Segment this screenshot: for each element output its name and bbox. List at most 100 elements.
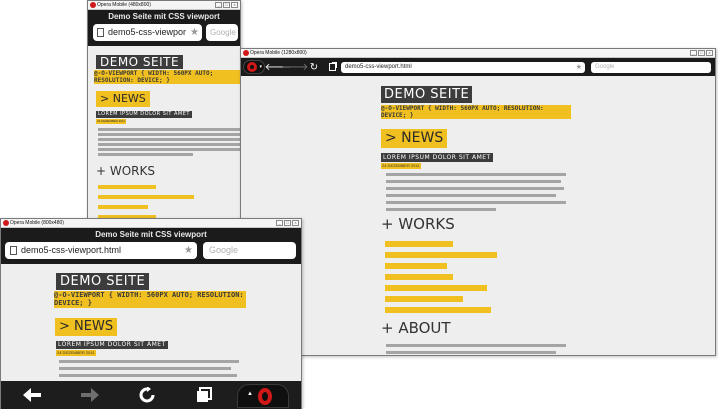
close-button[interactable]: × [706,50,713,56]
window-controls: _ □ × [276,220,299,226]
browser-header: Demo Seite mit CSS viewport demo5-css-vi… [1,228,301,264]
address-bar[interactable]: demo5-css-viewport.html ★ [341,62,585,73]
opera-window-800x480: Opera Mobile (800x480) _ □ × Demo Seite mi… [0,218,302,409]
forward-icon[interactable]: 🡒 [282,60,309,74]
opera-window-1280x800: Opera Mobile (1280x800) _ □ × ▾ 🡐 🡒 ↻ demo… [240,48,716,356]
browser-toolbar: ▾ 🡐 🡒 ↻ demo5-css-viewport.html ★ Google [241,58,715,76]
web-page-content: DEMO SEITE @-O-VIEWPORT { WIDTH: 560PX A… [88,46,240,221]
works-item[interactable] [385,274,453,280]
works-heading: + WORKS [96,164,156,178]
forward-icon[interactable] [79,386,101,404]
site-title: DEMO SEITE [381,86,473,103]
maximize-button[interactable]: □ [223,2,230,8]
window-title: Opera Mobile (800x480) [10,220,64,226]
opera-window-480x800: Opera Mobile (480x800) _ □ × Demo Seite mi… [87,0,241,222]
opera-menu-button[interactable]: ▲ [237,384,289,408]
text-line [98,148,240,151]
bookmark-star-icon[interactable]: ★ [576,62,582,73]
browser-header: Demo Seite mit CSS viewport demo5-css-vi… [88,10,240,46]
window-controls: _ □ × [215,2,238,8]
works-heading: + WORKS [381,215,455,233]
viewport-code-block: @-O-VIEWPORT { WIDTH: 560PX AUTO; RESOLU… [94,70,240,85]
article-title: LOREM IPSUM DOLOR SIT AMET [56,341,168,349]
article-date: 24 DEZEMBER 2011 [381,163,421,169]
site-title: DEMO SEITE [56,273,150,290]
close-button[interactable]: × [292,220,299,226]
tabs-icon[interactable] [325,60,339,74]
window-title: Opera Mobile (480x800) [97,2,151,8]
reload-icon[interactable]: ↻ [307,60,321,74]
bookmark-star-icon[interactable]: ★ [184,242,193,259]
window-titlebar: Opera Mobile (480x800) _ □ × [88,1,240,10]
window-title: Opera Mobile (1280x800) [250,50,307,56]
text-line [98,138,240,141]
works-item[interactable] [98,195,194,199]
address-text: demo5-css-viewport.html [345,64,412,70]
reload-icon[interactable] [136,386,158,404]
minimize-button[interactable]: _ [215,2,222,8]
works-item[interactable] [98,185,156,189]
text-line [386,194,556,197]
address-bar[interactable]: demo5-css-viewport.html ★ [5,242,197,259]
article-title: LOREM IPSUM DOLOR SIT AMET [381,153,493,162]
text-line [59,374,237,377]
address-bar[interactable]: demo5-css-viewpor ★ [93,24,202,41]
search-field[interactable]: Google [206,24,238,41]
maximize-button[interactable]: □ [284,220,291,226]
address-text: demo5-css-viewport.html [21,245,122,255]
page-header-title: Demo Seite mit CSS viewport [95,230,207,239]
opera-logo-icon [243,50,249,56]
text-line [98,143,240,146]
works-item[interactable] [385,296,463,302]
web-page-content: DEMO SEITE @-O-VIEWPORT { WIDTH: 560PX A… [1,264,301,381]
minimize-button[interactable]: _ [276,220,283,226]
back-icon[interactable] [21,386,43,404]
opera-menu-button[interactable]: ▾ [243,60,265,74]
bookmark-star-icon[interactable]: ★ [190,24,199,41]
close-button[interactable]: × [231,2,238,8]
text-line [386,351,556,354]
works-item[interactable] [385,263,447,269]
text-line [386,173,566,176]
opera-logo-icon [3,220,9,226]
opera-o-icon [247,62,257,72]
news-heading: > NEWS [96,91,150,107]
opera-logo-icon [90,2,96,8]
text-line [386,187,564,190]
minimize-button[interactable]: _ [690,50,697,56]
text-line [59,367,231,370]
menu-arrow-icon: ▾ [259,64,262,70]
text-line [386,180,561,183]
news-heading: > NEWS [55,318,118,336]
text-line [59,360,239,363]
tabs-icon[interactable] [193,386,215,404]
maximize-button[interactable]: □ [698,50,705,56]
page-document-icon [97,28,104,37]
text-line [386,344,566,347]
text-line [98,128,240,131]
window-controls: _ □ × [690,50,713,56]
search-field[interactable]: Google [591,62,711,73]
viewport-code-block: @-O-VIEWPORT { WIDTH: 560PX AUTO; RESOLU… [381,105,571,120]
window-titlebar: Opera Mobile (800x480) _ □ × [1,219,301,228]
article-date: 24 DEZEMBER 2011 [96,119,127,124]
text-line [98,133,240,136]
article-title: LOREM IPSUM DOLOR SIT AMET [96,111,192,118]
bottom-toolbar: ▲ [1,381,301,409]
works-item[interactable] [385,252,497,258]
article-date: 24 DEZEMBER 2011 [56,350,96,356]
web-page-content: DEMO SEITE @-O-VIEWPORT { WIDTH: 560PX A… [241,76,715,355]
news-heading: > NEWS [381,129,448,148]
page-header-title: Demo Seite mit CSS viewport [108,12,220,21]
search-field[interactable]: Google [203,242,296,259]
works-item[interactable] [98,205,148,209]
text-line [98,153,193,156]
page-document-icon [10,246,17,255]
about-heading: + ABOUT [381,319,451,337]
site-title: DEMO SEITE [96,55,184,69]
works-item[interactable] [385,307,491,313]
works-item[interactable] [385,285,487,291]
text-line [386,201,566,204]
works-item[interactable] [385,241,453,247]
opera-o-icon [258,388,272,405]
